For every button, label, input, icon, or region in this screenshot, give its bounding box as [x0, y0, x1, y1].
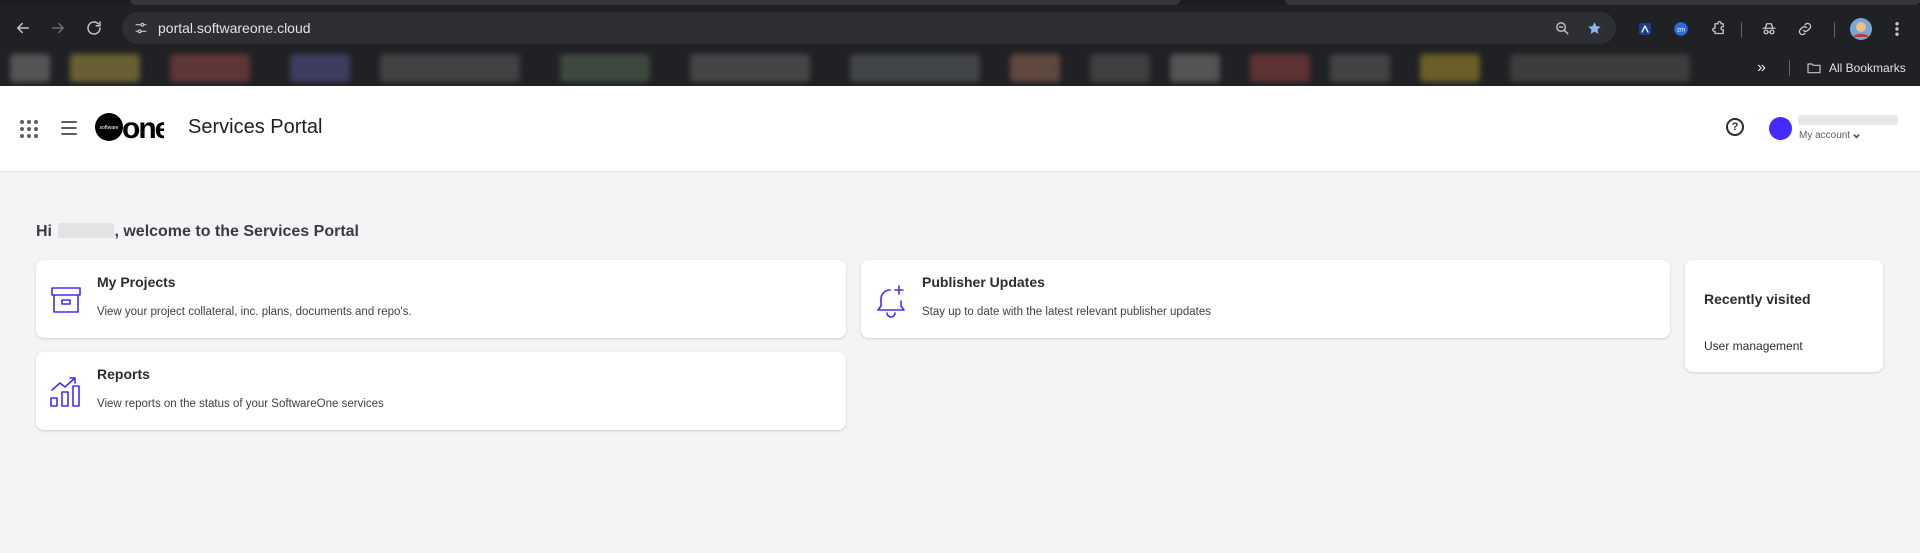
recently-visited-title: Recently visited — [1704, 291, 1811, 307]
svg-text:zm: zm — [1677, 27, 1685, 33]
help-circle-icon[interactable]: ? — [1726, 118, 1744, 136]
bar-chart-trend-icon — [48, 374, 84, 410]
bookmark-item[interactable] — [1250, 54, 1310, 82]
svg-text:software: software — [100, 125, 119, 131]
app-header: software one Services Portal ? My accoun… — [0, 86, 1920, 172]
star-icon — [1587, 21, 1601, 34]
inactive-tab[interactable] — [1285, 0, 1920, 5]
arrow-right-icon — [52, 22, 64, 34]
site-info-button[interactable] — [130, 17, 152, 39]
zm-extension-icon: zm — [1674, 22, 1688, 36]
bookmark-item[interactable] — [380, 54, 520, 82]
bookmark-item[interactable] — [850, 54, 980, 82]
reload-button[interactable] — [79, 13, 109, 43]
bookmarks-separator — [1789, 60, 1790, 76]
reports-card[interactable]: Reports View reports on the status of yo… — [36, 352, 846, 430]
hamburger-menu-icon[interactable] — [61, 121, 77, 135]
incognito-icon — [1762, 23, 1776, 35]
greeting-prefix: Hi — [36, 223, 57, 240]
my-account-menu[interactable]: My account — [1799, 130, 1861, 141]
all-bookmarks-button[interactable]: All Bookmarks — [1806, 57, 1906, 79]
tune-icon — [135, 22, 147, 34]
zoom-icon — [1555, 21, 1569, 35]
account-name-redacted — [1798, 115, 1898, 125]
bookmark-star-button[interactable] — [1584, 18, 1604, 38]
folder-icon — [1807, 63, 1821, 74]
card-description: View reports on the status of your Softw… — [97, 398, 384, 410]
extension-a-button[interactable] — [1634, 18, 1656, 40]
extension-zm-button[interactable]: zm — [1670, 18, 1692, 40]
bookmark-item[interactable] — [560, 54, 650, 82]
bookmark-item[interactable] — [1330, 54, 1390, 82]
my-account-label: My account — [1799, 130, 1851, 141]
incognito-button[interactable] — [1758, 18, 1780, 40]
url-text[interactable]: portal.softwareone.cloud — [158, 20, 311, 36]
zoom-button[interactable] — [1552, 18, 1572, 38]
bookmark-item[interactable] — [1420, 54, 1480, 82]
toolbar-separator — [1741, 22, 1742, 38]
publisher-updates-card[interactable]: Publisher Updates Stay up to date with t… — [861, 260, 1670, 338]
bookmark-item[interactable] — [70, 54, 140, 82]
softwareone-logo[interactable]: software one — [94, 112, 164, 142]
avatar[interactable] — [1769, 117, 1792, 140]
card-title: Reports — [97, 366, 150, 382]
browser-menu-button[interactable] — [1886, 18, 1908, 40]
archive-box-icon — [48, 282, 84, 318]
recent-link-user-management[interactable]: User management — [1704, 339, 1803, 353]
my-projects-card[interactable]: My Projects View your project collateral… — [36, 260, 846, 338]
greeting-suffix: , welcome to the Services Portal — [114, 223, 359, 240]
extension-a-icon — [1639, 23, 1651, 35]
bookmark-item[interactable] — [10, 54, 50, 82]
user-name-redacted — [58, 223, 115, 238]
card-title: My Projects — [97, 274, 176, 290]
bell-plus-icon — [873, 282, 909, 318]
browser-toolbar: portal.softwareone.cloud zm — [0, 6, 1920, 50]
card-description: Stay up to date with the latest relevant… — [922, 306, 1211, 318]
tab-strip — [0, 0, 1920, 5]
bookmark-item[interactable] — [1510, 54, 1690, 82]
extensions-button[interactable] — [1707, 18, 1729, 40]
bookmark-item[interactable] — [690, 54, 810, 82]
bookmark-item[interactable] — [1090, 54, 1150, 82]
puzzle-icon — [1712, 20, 1724, 35]
link-icon — [1798, 22, 1812, 36]
bookmarks-bar: » All Bookmarks — [0, 50, 1920, 86]
address-bar[interactable]: portal.softwareone.cloud — [122, 12, 1616, 44]
apps-grid-icon[interactable] — [20, 120, 38, 138]
bookmark-item[interactable] — [170, 54, 250, 82]
active-tab[interactable] — [130, 0, 1180, 5]
welcome-heading: Hi , welcome to the Services Portal — [36, 223, 359, 241]
bookmark-item[interactable] — [290, 54, 350, 82]
toolbar-separator — [1834, 22, 1835, 38]
bookmark-item[interactable] — [1010, 54, 1060, 82]
bookmark-item[interactable] — [1170, 54, 1220, 82]
browser-chrome: portal.softwareone.cloud zm » All Bookma… — [0, 0, 1920, 86]
more-bookmarks-button[interactable]: » — [1757, 57, 1766, 79]
profile-avatar-icon — [1850, 18, 1872, 40]
svg-text:one: one — [122, 112, 164, 142]
chevron-down-icon — [1853, 133, 1860, 139]
card-description: View your project collateral, inc. plans… — [97, 306, 412, 318]
profile-button[interactable] — [1849, 17, 1873, 41]
card-title: Publisher Updates — [922, 274, 1045, 290]
arrow-left-icon — [17, 22, 29, 34]
recently-visited-panel: Recently visited User management — [1685, 260, 1883, 372]
link-button[interactable] — [1794, 18, 1816, 40]
forward-button[interactable] — [43, 13, 73, 43]
all-bookmarks-label: All Bookmarks — [1829, 61, 1906, 75]
page-title: Services Portal — [188, 116, 323, 138]
more-vertical-icon — [1895, 22, 1899, 36]
reload-icon — [87, 21, 101, 35]
back-button[interactable] — [8, 13, 38, 43]
